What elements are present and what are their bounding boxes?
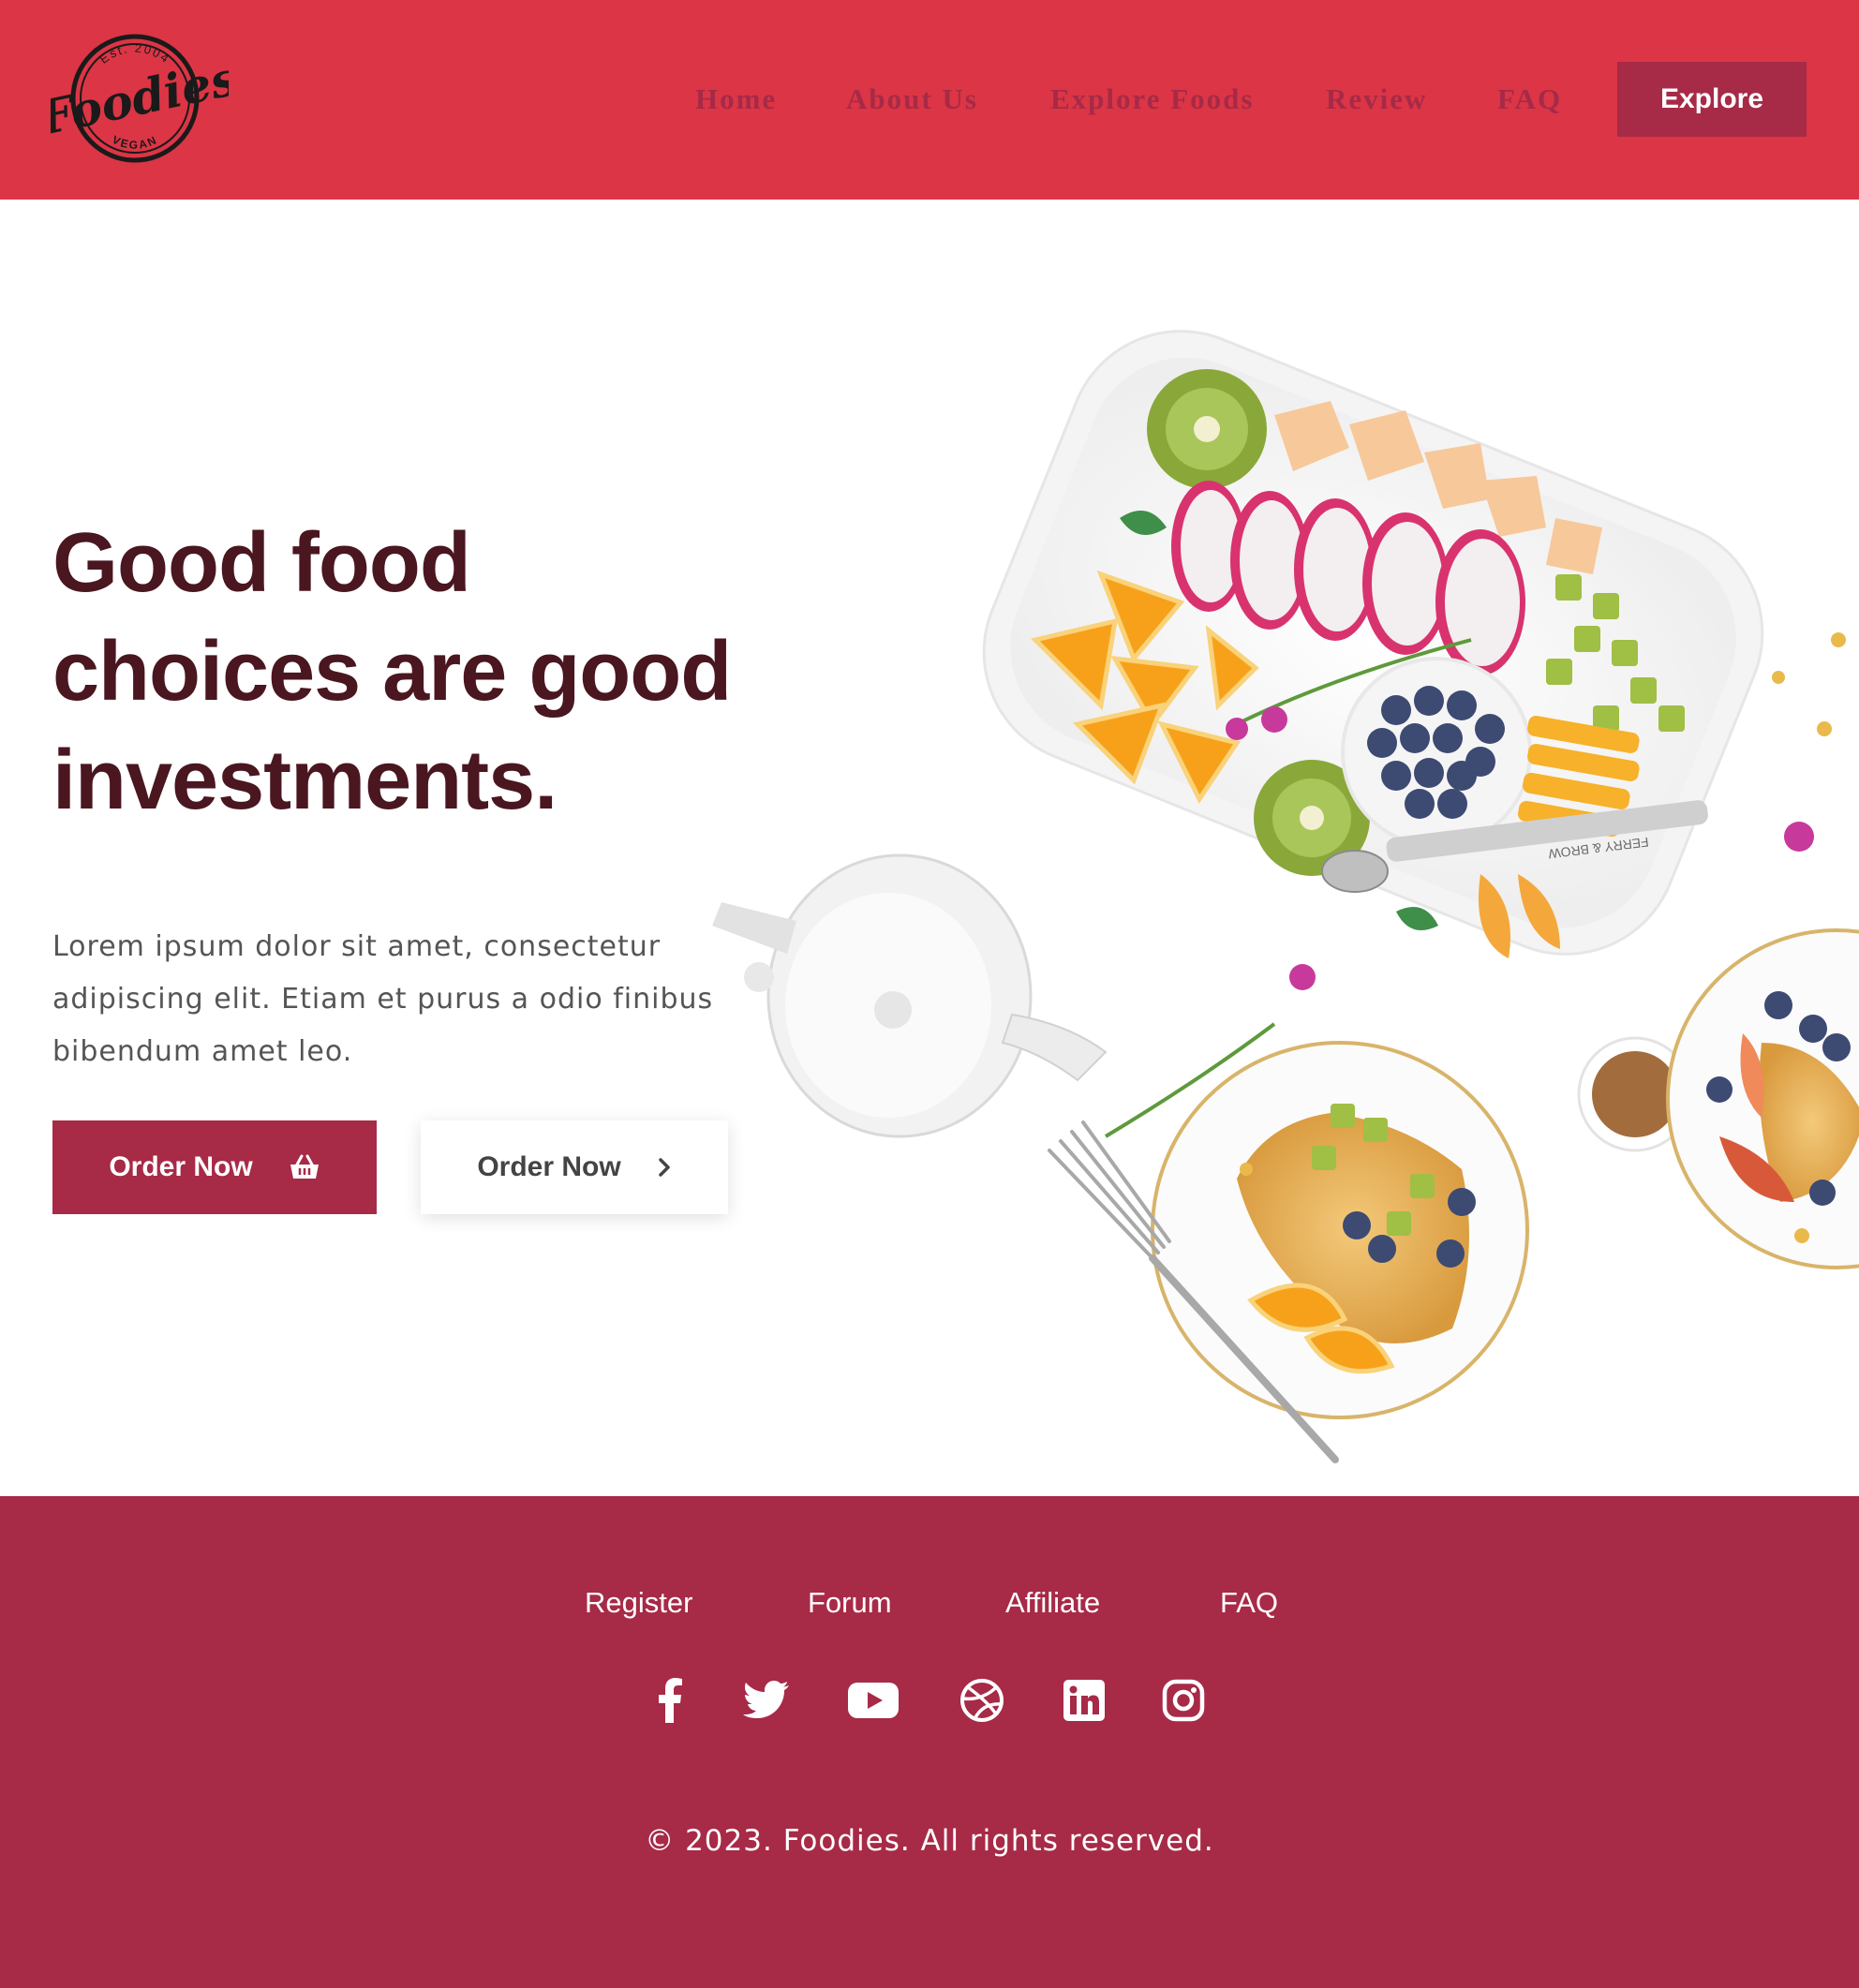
instagram-icon[interactable]: [1157, 1674, 1210, 1727]
footer-link-register[interactable]: Register: [585, 1586, 692, 1620]
hero-section: FERRY & BROW Good food choices are good …: [0, 200, 1859, 1496]
svg-text:VEGAN: VEGAN: [110, 133, 159, 152]
nav-review[interactable]: Review: [1326, 82, 1427, 116]
twitter-icon[interactable]: [740, 1674, 793, 1727]
site-header: Est. 2004 VEGAN Foodies Home About Us Ex…: [0, 0, 1859, 200]
teapot: [712, 853, 1108, 1138]
order-now-primary-label: Order Now: [109, 1151, 253, 1182]
footer-links: Register Forum Affiliate FAQ: [0, 1586, 1859, 1627]
copyright-text: © 2023. Foodies. All rights reserved.: [645, 1824, 1214, 1858]
food-spread-image: FERRY & BROW: [712, 330, 1859, 1463]
shopping-basket-icon: [289, 1154, 320, 1180]
footer-link-affiliate[interactable]: Affiliate: [1005, 1586, 1100, 1620]
facebook-icon[interactable]: [644, 1674, 696, 1727]
order-now-primary-button[interactable]: Order Now: [52, 1120, 377, 1214]
footer-link-forum[interactable]: Forum: [808, 1586, 892, 1620]
youtube-icon[interactable]: [847, 1674, 900, 1727]
hero-headline: Good food choices are good investments.: [52, 516, 732, 827]
hero-subtext: Lorem ipsum dolor sit amet, consectetur …: [52, 930, 714, 1068]
main-nav: Home About Us Explore Foods Review FAQ: [0, 82, 1859, 120]
social-icons: [0, 1674, 1859, 1730]
dribbble-icon[interactable]: [956, 1674, 1008, 1727]
nav-home[interactable]: Home: [695, 82, 777, 116]
explore-button[interactable]: Explore: [1617, 62, 1807, 137]
nav-faq[interactable]: FAQ: [1497, 82, 1562, 116]
footer-link-faq[interactable]: FAQ: [1220, 1586, 1278, 1620]
order-now-secondary-button[interactable]: Order Now: [421, 1120, 728, 1214]
site-footer: Register Forum Affiliate FAQ © 2023. Foo…: [0, 1496, 1859, 1988]
chevron-right-icon: [657, 1157, 672, 1178]
nav-about-us[interactable]: About Us: [846, 82, 978, 116]
order-now-secondary-label: Order Now: [477, 1151, 621, 1182]
linkedin-icon[interactable]: [1058, 1674, 1110, 1727]
nav-explore-foods[interactable]: Explore Foods: [1050, 82, 1254, 116]
